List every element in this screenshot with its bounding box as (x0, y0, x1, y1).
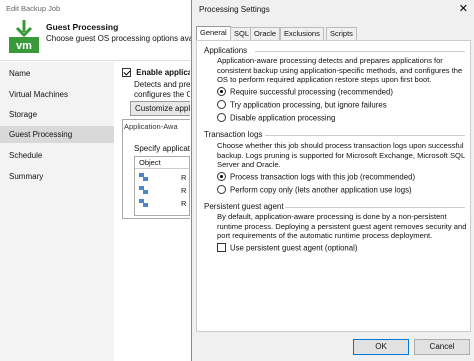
persistent-agent-option[interactable]: Use persistent guest agent (optional) (217, 243, 358, 253)
disable-processing-radio[interactable] (217, 113, 226, 123)
cancel-button[interactable]: Cancel (414, 339, 470, 355)
vm-object-icon (139, 199, 148, 207)
tab-exclusions[interactable]: Exclusions (280, 27, 324, 40)
require-successful-option[interactable]: Require successful processing (recommend… (217, 87, 393, 97)
group-divider (265, 135, 465, 136)
nav-item-summary[interactable]: Summary (0, 168, 114, 185)
group-divider (285, 207, 465, 208)
require-successful-radio[interactable] (217, 87, 226, 97)
row-value: R (181, 186, 187, 195)
enable-app-processing-checkbox[interactable] (122, 68, 131, 78)
guest-agent-description: By default, application-aware processing… (217, 212, 467, 240)
vm-object-icon (139, 186, 148, 194)
nav-item-name[interactable]: Name (0, 65, 114, 82)
guest-agent-group-label: Persistent guest agent (204, 202, 284, 211)
disable-processing-option[interactable]: Disable application processing (217, 113, 336, 123)
customize-application-button[interactable]: Customize applic (130, 101, 190, 116)
enable-app-processing-label: Enable applicatio (136, 68, 190, 78)
processing-settings-dialog: Processing Settings ✕ General SQL Oracle… (191, 0, 474, 361)
app-aware-frame-title: Application-Awa (124, 122, 178, 131)
require-successful-label: Require successful processing (recommend… (230, 87, 393, 97)
vm-object-icon (139, 173, 148, 181)
row-value: R (181, 173, 187, 182)
nav-item-guest-processing[interactable]: Guest Processing (0, 126, 114, 143)
table-row[interactable]: R (137, 185, 189, 196)
persistent-agent-checkbox[interactable] (217, 243, 226, 253)
enable-app-processing-row[interactable]: Enable applicatio (122, 68, 190, 78)
persistent-agent-label: Use persistent guest agent (optional) (230, 243, 358, 253)
specify-label: Specify applicat (134, 144, 190, 153)
ok-button[interactable]: OK (353, 339, 409, 355)
detect-text-2: configures the O (134, 90, 190, 99)
wizard-step-subtitle: Choose guest OS processing options avail… (46, 34, 202, 43)
disable-processing-label: Disable application processing (230, 113, 336, 123)
tab-oracle[interactable]: Oracle (250, 27, 281, 40)
process-logs-label: Process transaction logs with this job (… (230, 172, 416, 182)
row-value: R (181, 199, 187, 208)
nav-item-virtual-machines[interactable]: Virtual Machines (0, 86, 114, 103)
svg-text:vm: vm (16, 40, 32, 52)
dialog-title: Processing Settings (199, 5, 270, 14)
copy-only-label: Perform copy only (lets another applicat… (230, 185, 412, 195)
table-row[interactable]: R (137, 198, 189, 209)
objects-grid: Object R R R (134, 156, 190, 216)
wizard-step-title: Guest Processing (46, 22, 119, 32)
close-icon[interactable]: ✕ (459, 2, 468, 15)
process-logs-option[interactable]: Process transaction logs with this job (… (217, 172, 416, 182)
header-divider (0, 60, 190, 61)
general-tab-panel: Applications Application-aware processin… (196, 40, 471, 332)
group-divider (255, 51, 465, 52)
table-row[interactable]: R (137, 172, 189, 183)
try-processing-radio[interactable] (217, 100, 226, 110)
try-processing-label: Try application processing, but ignore f… (230, 100, 387, 110)
try-processing-option[interactable]: Try application processing, but ignore f… (217, 100, 387, 110)
copy-only-radio[interactable] (217, 185, 226, 195)
grid-header-object: Object (135, 157, 190, 169)
tab-general[interactable]: General (196, 26, 231, 40)
window-title: Edit Backup Job (6, 4, 61, 13)
process-logs-radio[interactable] (217, 172, 226, 182)
applications-group-label: Applications (204, 46, 248, 55)
detect-text-1: Detects and pre (134, 80, 190, 89)
wizard-content: Enable applicatio Detects and pre config… (118, 62, 190, 361)
transaction-logs-description: Choose whether this job should process t… (217, 141, 465, 169)
wizard-nav: Name Virtual Machines Storage Guest Proc… (0, 62, 114, 361)
copy-only-option[interactable]: Perform copy only (lets another applicat… (217, 185, 412, 195)
applications-description: Application-aware processing detects and… (217, 56, 463, 84)
vm-guest-processing-icon: vm (9, 20, 39, 53)
tab-scripts[interactable]: Scripts (326, 27, 357, 40)
nav-item-schedule[interactable]: Schedule (0, 147, 114, 164)
nav-item-storage[interactable]: Storage (0, 106, 114, 123)
transaction-logs-group-label: Transaction logs (204, 130, 263, 139)
